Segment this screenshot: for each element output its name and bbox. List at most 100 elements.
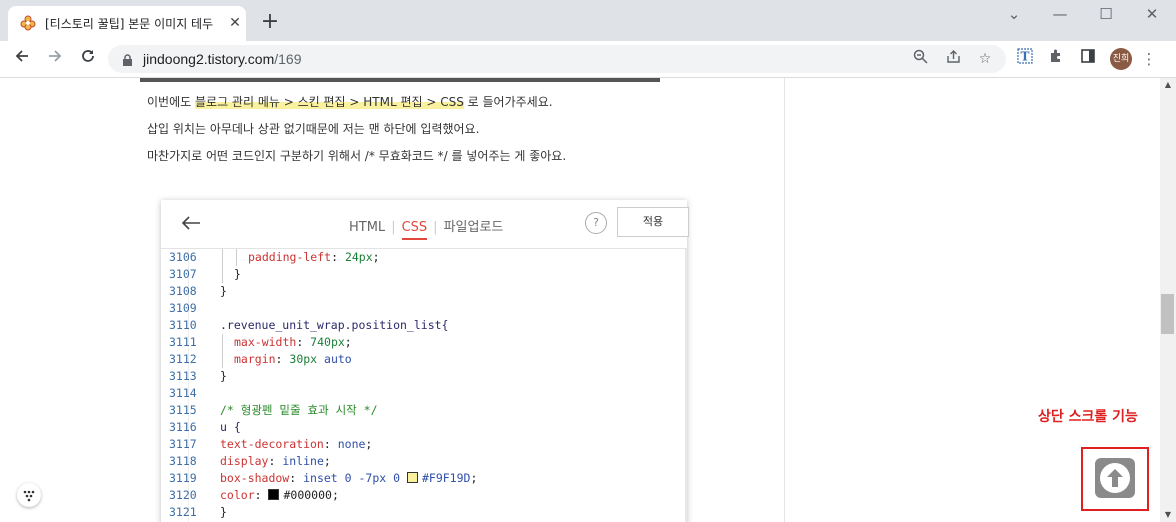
code-text: }: [220, 283, 227, 300]
code-token: :: [268, 454, 283, 468]
code-line: 3117 text-decoration: none;: [161, 436, 681, 453]
extension-t-icon[interactable]: T: [1014, 48, 1036, 70]
article-paragraph-2: 삽입 위치는 아무데나 상관 없기때문에 저는 맨 하단에 입력했어요.: [147, 122, 480, 136]
address-bar[interactable]: jindoong2.tistory.com/169 ☆: [108, 45, 1006, 73]
css-editor-screenshot: HTML | CSS | 파일업로드 ? 적용 3106 padding-left: 24…: [161, 200, 689, 522]
code-token: max-width: [234, 335, 297, 349]
menu-dots-button[interactable]: [17, 483, 41, 507]
reading-progress-bar: [140, 78, 660, 82]
apply-button: 적용: [617, 207, 689, 237]
code-text: color: #000000;: [220, 487, 339, 504]
code-token: margin: [234, 352, 276, 366]
line-number: 3112: [169, 352, 197, 366]
code-text: text-decoration: none;: [220, 436, 372, 453]
code-text: u {: [220, 419, 241, 436]
code-line: 3119 box-shadow: inset 0 -7px 0 #F9F19D;: [161, 470, 681, 487]
code-token: #F9F19D: [406, 471, 470, 485]
editor-header: HTML | CSS | 파일업로드 ? 적용: [161, 200, 689, 249]
line-number: 3110: [169, 318, 197, 332]
share-icon[interactable]: [943, 49, 963, 69]
code-text: }: [234, 266, 241, 283]
scroll-up-arrow-icon[interactable]: ▲: [1160, 78, 1176, 92]
code-text: }: [220, 504, 227, 521]
tab-file-upload: 파일업로드: [443, 220, 504, 235]
new-tab-button[interactable]: +: [258, 11, 282, 35]
line-number: 3109: [169, 301, 197, 315]
code-token: none: [337, 437, 366, 451]
code-line: 3112 margin: 30px auto: [161, 351, 681, 368]
code-token: ;: [323, 454, 331, 468]
code-line: 3115 /* 형광펜 밑줄 효과 시작 */: [161, 402, 681, 419]
line-number: 3108: [169, 284, 197, 298]
code-text: }: [220, 368, 227, 385]
code-text: box-shadow: inset 0 -7px 0 #F9F19D;: [220, 470, 477, 487]
code-token: :: [275, 352, 290, 366]
code-token: inline: [282, 454, 324, 468]
code-token: /* 형광펜 밑줄 효과 시작 */: [220, 403, 378, 417]
indent-guide: [222, 351, 223, 368]
side-panel-icon[interactable]: [1077, 48, 1099, 70]
code-token: display: [220, 454, 269, 468]
code-line: 3120 color: #000000;: [161, 487, 681, 504]
code-token: 30px: [289, 352, 318, 366]
browser-tab[interactable]: [티스토리 꿀팁] 본문 이미지 테두 ✕: [8, 6, 246, 41]
code-scroll-edge: [685, 249, 687, 522]
avatar[interactable]: 진희: [1110, 48, 1132, 70]
code-line: 3111 max-width: 740px;: [161, 334, 681, 351]
code-token: ;: [331, 488, 339, 502]
line-number: 3120: [169, 488, 197, 502]
forward-button[interactable]: [43, 47, 67, 71]
editor-tabs: HTML | CSS | 파일업로드: [349, 216, 504, 240]
more-menu-icon[interactable]: ⋮: [1138, 48, 1160, 70]
zoom-icon[interactable]: [910, 49, 930, 69]
code-token: u {: [220, 420, 241, 434]
code-text: .revenue_unit_wrap.position_list{: [220, 317, 448, 334]
scrollbar-thumb[interactable]: [1161, 294, 1174, 334]
indent-guide: [222, 334, 223, 351]
extensions-puzzle-icon[interactable]: [1045, 48, 1067, 70]
scroll-down-arrow-icon[interactable]: ▼: [1160, 508, 1176, 522]
close-window-icon[interactable]: ✕: [1138, 4, 1166, 24]
back-button[interactable]: [10, 47, 34, 71]
code-token: 740px: [310, 335, 345, 349]
line-number: 3114: [169, 386, 197, 400]
code-text: padding-left: 24px;: [248, 249, 380, 266]
code-text: display: inline;: [220, 453, 331, 470]
code-line: 3118 display: inline;: [161, 453, 681, 470]
code-line: 3106 padding-left: 24px;: [161, 249, 681, 266]
code-token: }: [220, 505, 227, 519]
arrow-up-icon: [1100, 463, 1130, 493]
color-swatch: [268, 489, 280, 500]
bookmark-star-icon[interactable]: ☆: [975, 49, 995, 69]
minimize-icon[interactable]: —: [1046, 4, 1074, 24]
code-line: 3114: [161, 385, 681, 402]
back-arrow-icon: [181, 212, 201, 237]
browser-toolbar: jindoong2.tistory.com/169 ☆ T ⋮: [0, 41, 1176, 78]
code-token: :: [254, 488, 269, 502]
scroll-to-top-button[interactable]: [1095, 458, 1135, 498]
line-number: 3119: [169, 471, 197, 485]
indent-guide: [236, 249, 237, 266]
help-icon: ?: [585, 212, 607, 234]
code-line: 3121}: [161, 504, 681, 521]
highlighted-menu-path: 블로그 관리 메뉴 > 스킨 편집 > HTML 편집 > CSS: [194, 95, 464, 109]
maximize-icon[interactable]: ☐: [1092, 4, 1120, 24]
code-token: }: [234, 267, 241, 281]
article-paragraph-3: 마찬가지로 어떤 코드인지 구분하기 위해서 /* 무효화코드 */ 를 넣어주…: [147, 149, 567, 163]
close-tab-icon[interactable]: ✕: [226, 14, 244, 32]
code-token: :: [331, 250, 345, 264]
reload-button[interactable]: [76, 47, 100, 71]
annotation-label: 상단 스크롤 기능: [1038, 409, 1138, 425]
tab-search-icon[interactable]: ⌄: [1000, 4, 1028, 24]
lock-icon[interactable]: [122, 52, 133, 71]
line-number: 3116: [169, 420, 197, 434]
tab-css: CSS: [401, 220, 428, 240]
code-token: inset 0 -7px 0: [303, 471, 407, 485]
dots-grid-icon: [23, 490, 35, 502]
code-token: #000000: [268, 488, 332, 502]
code-token: ;: [470, 471, 478, 485]
line-number: 3115: [169, 403, 197, 417]
code-line: 3109: [161, 300, 681, 317]
article-paragraph-1: 이번에도 블로그 관리 메뉴 > 스킨 편집 > HTML 편집 > CSS 로…: [147, 95, 553, 109]
line-number: 3111: [169, 335, 197, 349]
